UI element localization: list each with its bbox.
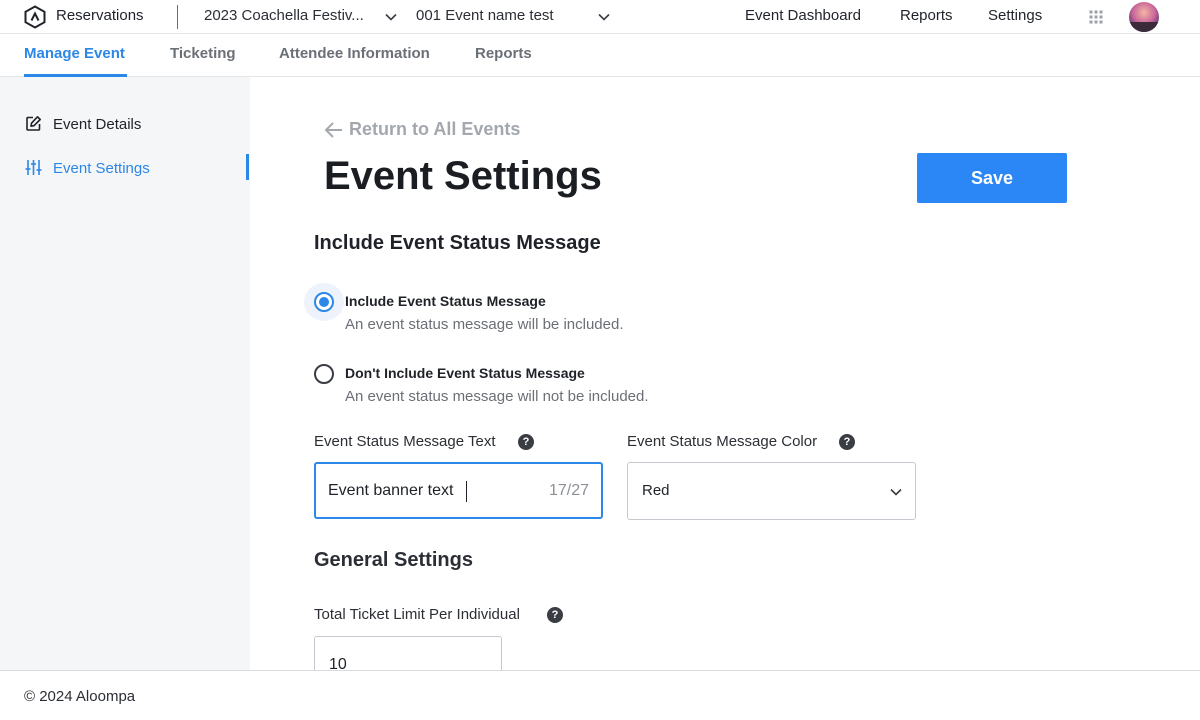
help-icon[interactable]: ? <box>839 434 855 450</box>
tab-reports[interactable]: Reports <box>475 45 532 62</box>
radio-include-status-message[interactable]: Include Event Status Message An event st… <box>304 283 804 343</box>
help-icon[interactable]: ? <box>518 434 534 450</box>
page-title: Event Settings <box>324 154 602 198</box>
copyright-text: © 2024 Aloompa <box>24 688 136 705</box>
apps-grid-icon[interactable] <box>1089 10 1103 24</box>
tab-ticketing[interactable]: Ticketing <box>170 45 236 62</box>
sidebar-active-indicator <box>246 154 249 180</box>
status-message-color-select[interactable]: Red <box>627 462 916 520</box>
status-message-text-value: Event banner text <box>328 482 454 499</box>
user-avatar[interactable] <box>1129 2 1159 32</box>
sidebar-item-event-settings[interactable]: Event Settings <box>0 151 250 185</box>
return-link-label: Return to All Events <box>349 119 521 139</box>
footer: © 2024 Aloompa <box>0 670 1200 720</box>
sidebar-item-event-details[interactable]: Event Details <box>0 107 250 141</box>
header-divider <box>177 5 178 29</box>
chevron-down-icon[interactable] <box>597 10 611 24</box>
text-caret <box>466 481 467 502</box>
radio-description: An event status message will be included… <box>345 316 624 333</box>
sidebar-item-label: Event Settings <box>53 160 150 177</box>
radio-button-checked[interactable] <box>314 292 334 312</box>
event-select[interactable]: 001 Event name test <box>416 7 554 24</box>
status-text-label: Event Status Message Text <box>314 433 496 450</box>
reports-link[interactable]: Reports <box>900 7 953 24</box>
edit-icon <box>26 116 41 131</box>
app-logo-icon[interactable] <box>23 5 47 29</box>
event-dashboard-link[interactable]: Event Dashboard <box>745 7 861 24</box>
radio-title: Include Event Status Message <box>345 293 546 309</box>
radio-exclude-status-message[interactable]: Don't Include Event Status Message An ev… <box>304 355 804 415</box>
sidebar: Event Details Event Settings <box>0 77 250 670</box>
ticket-limit-label: Total Ticket Limit Per Individual <box>314 606 520 623</box>
main-tabs: Manage Event Ticketing Attendee Informat… <box>0 34 1200 77</box>
festival-select[interactable]: 2023 Coachella Festiv... <box>204 7 364 24</box>
status-color-label: Event Status Message Color <box>627 433 818 450</box>
status-message-text-input[interactable]: Event banner text 17/27 <box>314 462 603 519</box>
radio-title: Don't Include Event Status Message <box>345 365 585 381</box>
settings-link[interactable]: Settings <box>988 7 1042 24</box>
sidebar-item-label: Event Details <box>53 116 142 133</box>
save-button[interactable]: Save <box>917 153 1067 203</box>
radio-description: An event status message will not be incl… <box>345 388 649 405</box>
chevron-down-icon <box>890 488 902 496</box>
help-icon[interactable]: ? <box>547 607 563 623</box>
character-counter: 17/27 <box>548 482 589 499</box>
arrow-left-icon <box>324 122 342 138</box>
chevron-down-icon[interactable] <box>384 10 398 24</box>
general-section-title: General Settings <box>314 549 473 571</box>
status-section-title: Include Event Status Message <box>314 232 601 254</box>
color-select-value: Red <box>642 482 670 499</box>
tab-attendee-information[interactable]: Attendee Information <box>279 45 430 62</box>
sliders-icon <box>25 160 42 175</box>
top-bar: Reservations 2023 Coachella Festiv... 00… <box>0 0 1200 34</box>
radio-button-unchecked[interactable] <box>314 364 334 384</box>
app-name[interactable]: Reservations <box>56 7 144 24</box>
tab-manage-event[interactable]: Manage Event <box>24 45 125 62</box>
